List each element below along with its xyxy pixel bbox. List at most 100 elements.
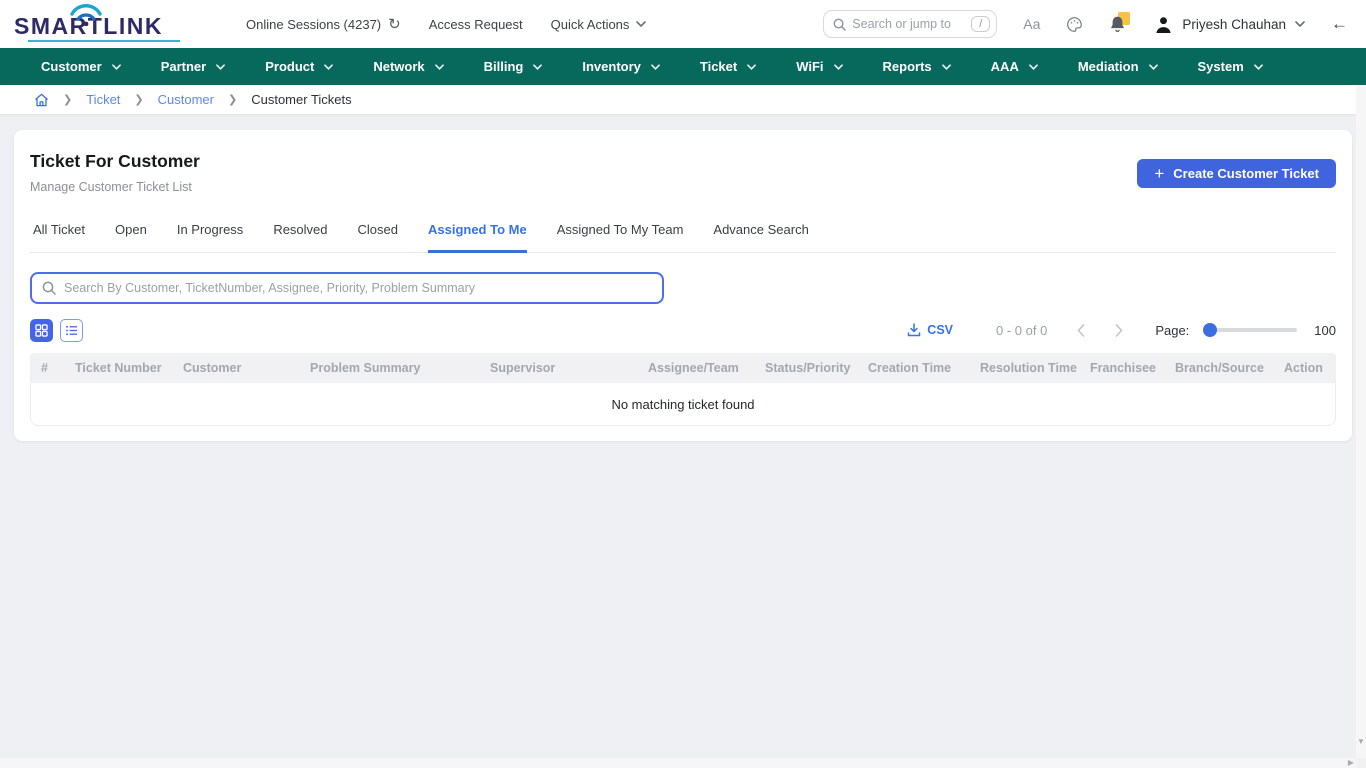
access-request-label: Access Request (429, 17, 523, 32)
nav-menu-item[interactable]: Billing (484, 59, 543, 74)
nav-menu-item[interactable]: Inventory (582, 59, 660, 74)
plus-icon: + (1154, 165, 1164, 182)
breadcrumb-separator: ❯ (228, 93, 237, 106)
tab-label: In Progress (177, 222, 243, 237)
breadcrumb-separator: ❯ (134, 93, 143, 106)
global-search-input[interactable] (852, 17, 952, 31)
ticket-search-input[interactable] (64, 281, 652, 295)
refresh-icon[interactable]: ↻ (388, 15, 401, 33)
csv-export-button[interactable]: CSV (907, 323, 953, 337)
nav-item-label: Network (373, 59, 424, 74)
table-column-header[interactable]: Action (1273, 361, 1336, 375)
tab[interactable]: Closed (358, 216, 398, 253)
tab[interactable]: Open (115, 216, 147, 253)
ticket-status-tabs: All Ticket Open In Progress Resolved Clo… (30, 216, 1336, 253)
tab[interactable]: Advance Search (713, 216, 808, 253)
table-column-header[interactable]: Branch/Source (1164, 361, 1273, 375)
nav-menu-item[interactable]: Partner (161, 59, 226, 74)
nav-menu-item[interactable]: Customer (41, 59, 121, 74)
online-sessions-link[interactable]: Online Sessions (4237) ↻ (246, 15, 401, 33)
user-name: Priyesh Chauhan (1182, 17, 1286, 32)
nav-item-label: WiFi (796, 59, 823, 74)
chevron-down-icon (112, 64, 121, 70)
scrollbar-corner (1356, 758, 1366, 768)
page-size-value: 100 (1314, 323, 1336, 338)
prev-page-button[interactable] (1077, 324, 1085, 337)
breadcrumb-link-ticket[interactable]: Ticket (86, 92, 120, 107)
nav-item-label: Partner (161, 59, 207, 74)
table-column-header[interactable]: Resolution Time (969, 361, 1079, 375)
nav-item-label: Mediation (1078, 59, 1139, 74)
next-page-button[interactable] (1115, 324, 1123, 337)
create-button-label: Create Customer Ticket (1173, 166, 1319, 181)
nav-menu-item[interactable]: Product (265, 59, 333, 74)
breadcrumb-separator: ❯ (63, 93, 72, 106)
horizontal-scrollbar[interactable]: ▶ (0, 758, 1356, 768)
nav-menu-item[interactable]: System (1198, 59, 1263, 74)
ticket-search-field[interactable] (30, 272, 664, 304)
grid-view-toggle[interactable] (30, 319, 53, 342)
table-column-header[interactable]: Ticket Number (64, 361, 172, 375)
theme-palette-icon[interactable] (1066, 16, 1083, 33)
font-size-toggle[interactable]: Aa (1023, 16, 1040, 32)
table-column-header[interactable]: Supervisor (479, 361, 637, 375)
tab-label: Closed (358, 222, 398, 237)
page-subtitle: Manage Customer Ticket List (30, 180, 200, 194)
table-column-header[interactable]: Franchisee (1079, 361, 1164, 375)
table-column-header[interactable]: Status/Priority (754, 361, 857, 375)
create-customer-ticket-button[interactable]: + Create Customer Ticket (1137, 159, 1336, 188)
table-column-header[interactable]: Customer (172, 361, 299, 375)
tab-label: Open (115, 222, 147, 237)
nav-menu-item[interactable]: WiFi (796, 59, 842, 74)
nav-menu-item[interactable]: Ticket (700, 59, 756, 74)
chevron-down-icon (834, 64, 843, 70)
notifications-bell-icon[interactable] (1109, 15, 1126, 33)
page-title: Ticket For Customer (30, 151, 200, 172)
nav-item-label: Customer (41, 59, 102, 74)
table-column-header[interactable]: Creation Time (857, 361, 969, 375)
tab[interactable]: Assigned To My Team (557, 216, 684, 253)
table-toolbar: CSV 0 - 0 of 0 Page: 100 (30, 317, 1336, 343)
empty-state-row: No matching ticket found (30, 383, 1336, 426)
global-search[interactable]: / (823, 10, 997, 38)
breadcrumb-current: Customer Tickets (251, 92, 351, 107)
table-column-header[interactable]: # (30, 361, 64, 375)
scroll-down-arrow-icon[interactable]: ▼ (1357, 737, 1365, 746)
tab-label: All Ticket (33, 222, 85, 237)
slider-thumb[interactable] (1203, 323, 1217, 337)
tab[interactable]: In Progress (177, 216, 243, 253)
logo-underline (28, 40, 180, 42)
nav-item-label: System (1198, 59, 1244, 74)
breadcrumb-link-customer[interactable]: Customer (158, 92, 214, 107)
chevron-down-icon (747, 64, 756, 70)
chevron-down-icon (1149, 64, 1158, 70)
access-request-link[interactable]: Access Request (429, 17, 523, 32)
quick-actions-menu[interactable]: Quick Actions (551, 17, 647, 32)
scroll-right-arrow-icon[interactable]: ▶ (1348, 758, 1354, 767)
user-menu[interactable]: Priyesh Chauhan (1154, 15, 1305, 34)
smartlink-logo[interactable]: SMARTLINK (14, 4, 184, 44)
nav-item-label: Ticket (700, 59, 737, 74)
page-size-label: Page: (1155, 323, 1189, 338)
tab[interactable]: Resolved (273, 216, 327, 253)
nav-menu-item[interactable]: Network (373, 59, 443, 74)
back-arrow-icon[interactable]: ← (1331, 14, 1348, 34)
table-column-header[interactable]: Assignee/Team (637, 361, 754, 375)
slash-shortcut-badge: / (971, 16, 990, 32)
nav-menu-item[interactable]: AAA (991, 59, 1038, 74)
list-view-toggle[interactable] (60, 319, 83, 342)
nav-item-label: Product (265, 59, 314, 74)
chevron-down-icon (1029, 64, 1038, 70)
table-column-header[interactable]: Problem Summary (299, 361, 479, 375)
vertical-scrollbar[interactable]: ▼ (1356, 85, 1366, 758)
nav-item-label: Billing (484, 59, 524, 74)
nav-menu-item[interactable]: Mediation (1078, 59, 1158, 74)
page-size-slider[interactable] (1205, 328, 1297, 332)
online-sessions-label: Online Sessions (4237) (246, 17, 381, 32)
ticket-list-card: Ticket For Customer Manage Customer Tick… (14, 130, 1352, 441)
tab[interactable]: Assigned To Me (428, 216, 527, 253)
chevron-down-icon (533, 64, 542, 70)
nav-menu-item[interactable]: Reports (883, 59, 951, 74)
home-icon[interactable] (34, 93, 49, 107)
tab[interactable]: All Ticket (33, 216, 85, 253)
